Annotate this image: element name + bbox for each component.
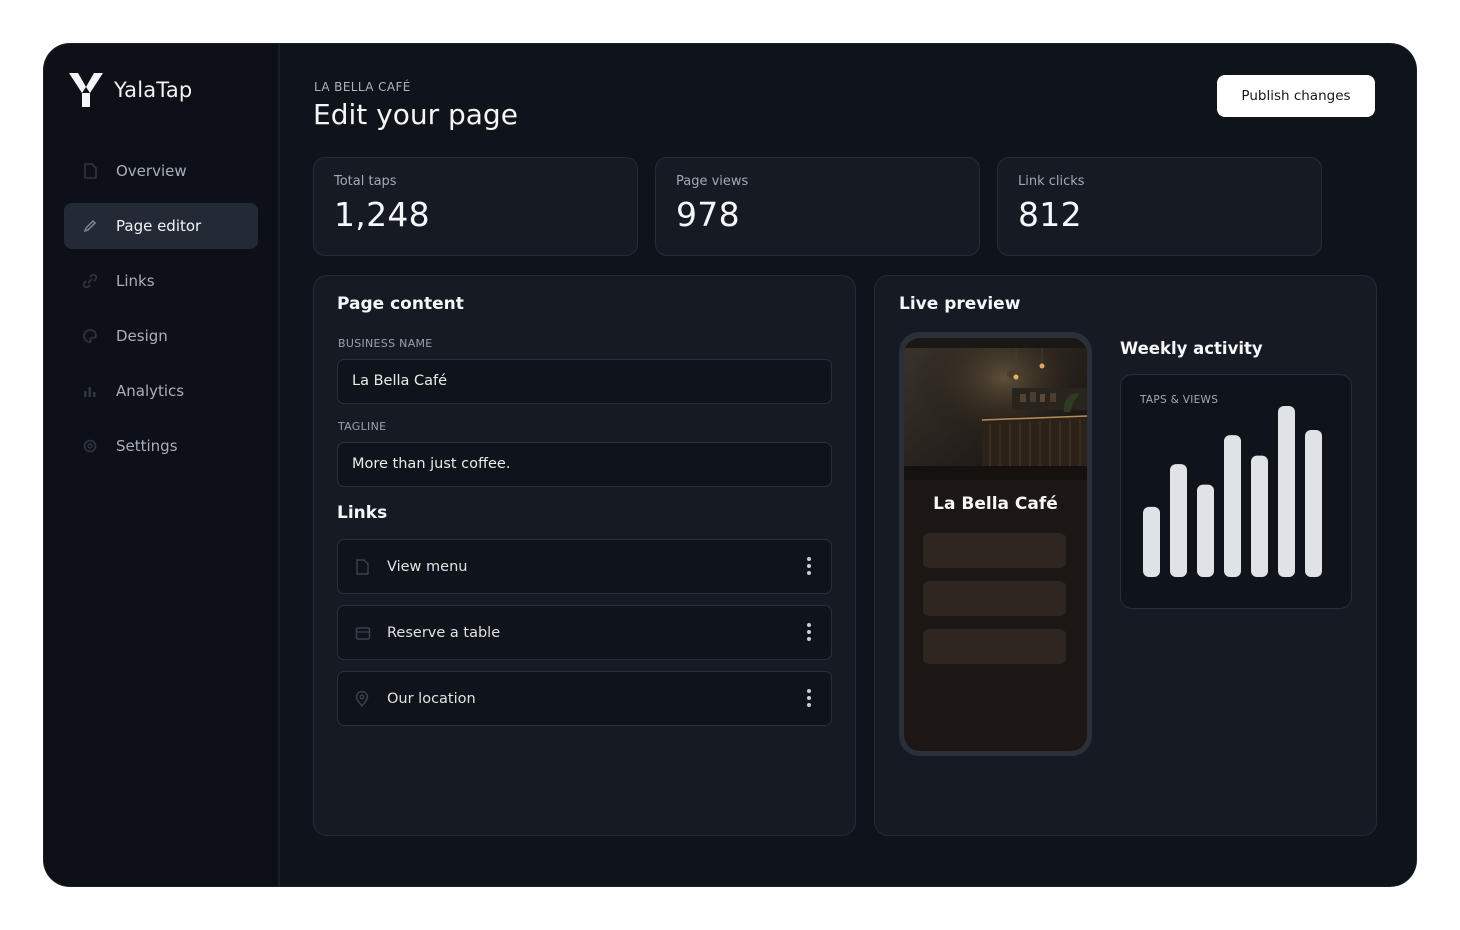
brand[interactable]: YalaTap bbox=[64, 70, 258, 110]
publish-changes-button[interactable]: Publish changes bbox=[1217, 75, 1375, 117]
document-icon bbox=[82, 163, 98, 179]
app-window: YalaTap Overview Page editor Links Desig… bbox=[44, 44, 1416, 886]
sidebar: YalaTap Overview Page editor Links Desig… bbox=[44, 44, 280, 886]
bar-4 bbox=[1224, 435, 1241, 577]
sidebar-item-analytics[interactable]: Analytics bbox=[64, 368, 258, 414]
yalatap-logo-icon bbox=[69, 73, 103, 107]
brand-name: YalaTap bbox=[114, 78, 193, 102]
more-options-icon[interactable] bbox=[807, 557, 811, 575]
stat-value: 978 bbox=[676, 195, 740, 234]
live-preview-panel: Live preview La Bella Café Weekly activi… bbox=[874, 275, 1377, 836]
map-pin-icon bbox=[355, 690, 371, 707]
stat-value: 812 bbox=[1018, 195, 1082, 234]
link-row-our-location[interactable]: Our location bbox=[337, 671, 832, 726]
palette-icon bbox=[82, 328, 98, 344]
phone-screen: La Bella Café bbox=[904, 338, 1087, 751]
pencil-icon bbox=[82, 218, 98, 234]
link-label: Reserve a table bbox=[387, 624, 501, 641]
document-icon bbox=[355, 558, 371, 575]
business-name-field[interactable]: La Bella Café bbox=[337, 359, 832, 404]
bar-chart bbox=[1143, 406, 1322, 577]
link-label: View menu bbox=[387, 558, 468, 575]
sidebar-item-label: Analytics bbox=[116, 382, 185, 400]
stat-value: 1,248 bbox=[334, 195, 430, 234]
cafe-hero-image bbox=[904, 338, 1087, 480]
link-label: Our location bbox=[387, 690, 476, 707]
stat-label: Total taps bbox=[334, 174, 397, 189]
bar-5 bbox=[1251, 455, 1268, 577]
sidebar-item-page-editor[interactable]: Page editor bbox=[64, 203, 258, 249]
sidebar-item-settings[interactable]: Settings bbox=[64, 423, 258, 469]
business-eyebrow: LA BELLA CAFÉ bbox=[314, 80, 411, 94]
sidebar-item-label: Overview bbox=[116, 162, 187, 180]
link-row-reserve-table[interactable]: Reserve a table bbox=[337, 605, 832, 660]
sidebar-item-label: Page editor bbox=[116, 217, 202, 235]
bar-6 bbox=[1278, 406, 1295, 577]
business-name-label: BUSINESS NAME bbox=[338, 337, 433, 350]
panel-title: Live preview bbox=[899, 294, 1021, 314]
page-content-panel: Page content BUSINESS NAME La Bella Café… bbox=[313, 275, 856, 836]
sidebar-item-label: Links bbox=[116, 272, 155, 290]
preview-business-name: La Bella Café bbox=[933, 494, 1058, 514]
sidebar-item-label: Design bbox=[116, 327, 168, 345]
weekly-activity-chart: TAPS & VIEWS bbox=[1120, 374, 1352, 609]
gear-icon bbox=[82, 438, 98, 454]
sidebar-item-design[interactable]: Design bbox=[64, 313, 258, 359]
link-icon bbox=[82, 273, 98, 289]
bar-7 bbox=[1305, 429, 1322, 577]
calendar-icon bbox=[355, 625, 371, 641]
phone-preview: La Bella Café bbox=[899, 332, 1092, 756]
bar-1 bbox=[1143, 506, 1160, 577]
more-options-icon[interactable] bbox=[807, 623, 811, 641]
weekly-activity-title: Weekly activity bbox=[1120, 339, 1263, 358]
bar-2 bbox=[1170, 464, 1187, 577]
stat-card-total-taps: Total taps 1,248 bbox=[313, 157, 638, 256]
stat-card-page-views: Page views 978 bbox=[655, 157, 980, 256]
stat-card-link-clicks: Link clicks 812 bbox=[997, 157, 1322, 256]
link-row-view-menu[interactable]: View menu bbox=[337, 539, 832, 594]
bar-chart-icon bbox=[82, 383, 98, 399]
preview-link-button bbox=[923, 581, 1066, 616]
panel-title: Page content bbox=[337, 294, 464, 314]
sidebar-item-label: Settings bbox=[116, 437, 178, 455]
main-content: LA BELLA CAFÉ Edit your page Publish cha… bbox=[280, 44, 1416, 886]
more-options-icon[interactable] bbox=[807, 689, 811, 707]
sidebar-item-links[interactable]: Links bbox=[64, 258, 258, 304]
stat-label: Page views bbox=[676, 174, 749, 189]
preview-link-button bbox=[923, 629, 1066, 664]
page-title: Edit your page bbox=[313, 98, 518, 131]
bar-3 bbox=[1197, 484, 1214, 577]
links-heading: Links bbox=[337, 503, 388, 523]
preview-link-button bbox=[923, 533, 1066, 568]
stat-label: Link clicks bbox=[1018, 174, 1085, 189]
tagline-label: TAGLINE bbox=[338, 420, 387, 433]
sidebar-item-overview[interactable]: Overview bbox=[64, 148, 258, 194]
tagline-field[interactable]: More than just coffee. bbox=[337, 442, 832, 487]
